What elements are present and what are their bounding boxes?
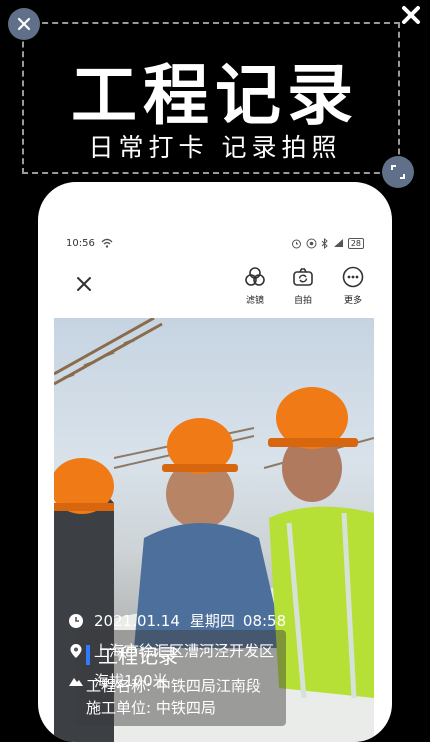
- info-time: 08:58: [242, 611, 287, 630]
- signal-icon: [333, 239, 343, 247]
- bluetooth-icon: [321, 237, 328, 249]
- hero-title: 工程记录: [71, 57, 359, 134]
- frame-delete-button[interactable]: [8, 8, 40, 40]
- more-icon: [342, 266, 364, 288]
- camera-flip-icon: [293, 268, 313, 286]
- filter-icon: [245, 267, 265, 286]
- status-bar: 10:56 28: [66, 236, 364, 250]
- more-label: 更多: [343, 296, 362, 306]
- more-button[interactable]: 更多: [334, 266, 372, 306]
- info-date: 2021.01.14: [94, 611, 180, 630]
- watermark-construction-unit: 施工单位: 中铁四局: [86, 699, 216, 717]
- resize-corners-icon: [391, 165, 405, 179]
- selfie-label: 自拍: [293, 296, 312, 306]
- status-time: 10:56: [66, 237, 95, 249]
- info-weekday: 星期四: [189, 612, 235, 630]
- info-altitude: 海拔100米: [68, 670, 168, 691]
- wifi-icon: [101, 238, 113, 248]
- close-icon[interactable]: [400, 4, 422, 26]
- mountain-icon: [69, 677, 83, 686]
- phone-mockup: 10:56 28 滤镜 自拍 更多 工程记录 工程名称: 中铁四局江南段 施工单…: [38, 182, 392, 742]
- info-datetime: 2021.01.14 星期四 08:58: [68, 610, 286, 631]
- info-altitude-text: 海拔100米: [94, 672, 168, 690]
- alarm-icon: [291, 239, 301, 248]
- close-icon[interactable]: [74, 274, 94, 294]
- info-location: 上海市徐汇区漕河泾开发区: [68, 640, 274, 661]
- filter-button[interactable]: 滤镜: [236, 266, 274, 306]
- location-pin-icon: [70, 643, 82, 658]
- info-location-text: 上海市徐汇区漕河泾开发区: [94, 642, 275, 660]
- target-icon: [306, 238, 317, 248]
- selfie-button[interactable]: 自拍: [284, 266, 322, 306]
- filter-label: 滤镜: [245, 296, 264, 306]
- hero-subtitle: 日常打卡 记录拍照: [88, 133, 342, 162]
- camera-toolbar: 滤镜 自拍 更多: [54, 266, 374, 306]
- close-icon: [17, 17, 31, 31]
- battery-indicator: 28: [347, 237, 364, 249]
- clock-icon: [69, 613, 83, 628]
